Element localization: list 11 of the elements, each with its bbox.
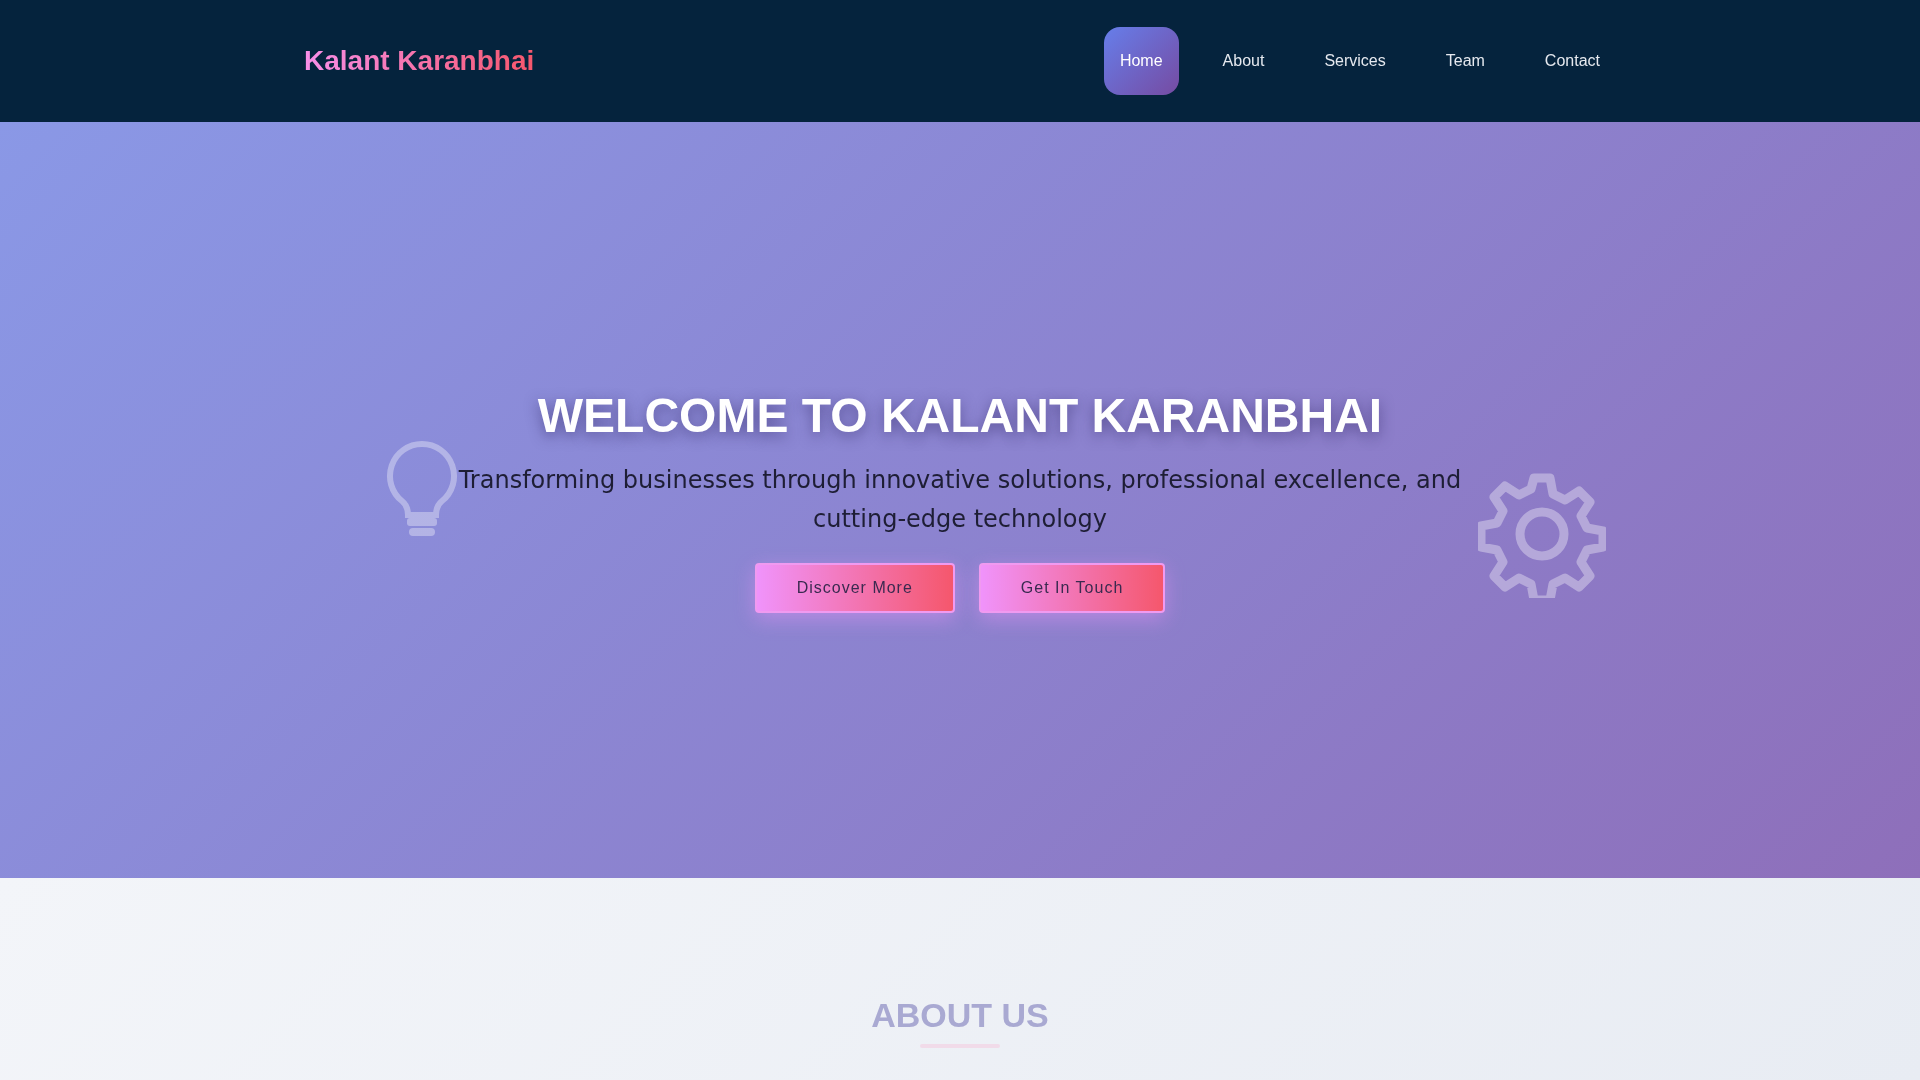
lightbulb-icon bbox=[385, 440, 459, 538]
nav-link[interactable]: About bbox=[1206, 27, 1281, 95]
nav-link[interactable]: Home bbox=[1103, 27, 1179, 95]
cta-button[interactable]: Get In Touch bbox=[978, 562, 1166, 613]
hero-subtitle: Transforming businesses through innovative solutions, professional excellence, and cutting-edge technology bbox=[457, 464, 1463, 535]
nav-link[interactable]: Contact bbox=[1528, 27, 1616, 95]
nav-link[interactable]: Team bbox=[1429, 27, 1501, 95]
cta-button[interactable]: Discover More bbox=[754, 562, 955, 613]
hero-title: WELCOME TO KALANT KARANBHAI bbox=[537, 388, 1383, 445]
section-heading: ABOUT US bbox=[871, 995, 1049, 1036]
nav-link[interactable]: Services bbox=[1308, 27, 1402, 95]
